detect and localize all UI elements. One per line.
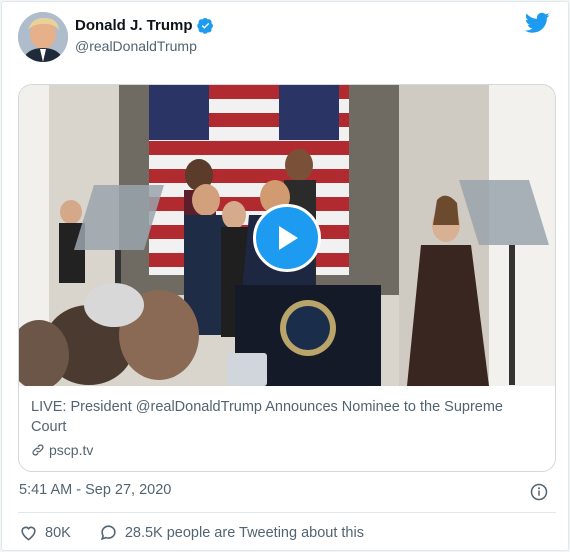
verified-badge-icon <box>196 17 213 34</box>
card-domain: pscp.tv <box>49 442 94 458</box>
video-thumbnail[interactable] <box>19 85 555 386</box>
tweet-actions: 80K 28.5K people are Tweeting about this <box>19 523 392 542</box>
conversation-button[interactable]: 28.5K people are Tweeting about this <box>99 523 364 542</box>
speech-bubble-icon <box>100 525 116 541</box>
card-title[interactable]: LIVE: President @realDonaldTrump Announc… <box>31 397 541 437</box>
twitter-bird-icon[interactable] <box>525 12 550 34</box>
tweet-timestamp[interactable]: 5:41 AM - Sep 27, 2020 <box>19 482 171 498</box>
like-count: 80K <box>45 524 71 541</box>
link-icon <box>32 444 44 456</box>
card-domain-row[interactable]: pscp.tv <box>31 442 93 458</box>
divider <box>18 512 556 513</box>
play-button[interactable] <box>253 204 321 272</box>
like-button[interactable]: 80K <box>19 523 71 542</box>
avatar[interactable] <box>18 12 68 62</box>
heart-icon <box>21 526 36 541</box>
author-handle[interactable]: @realDonaldTrump <box>75 38 197 54</box>
info-icon[interactable] <box>530 483 548 501</box>
author-name[interactable]: Donald J. Trump <box>75 17 193 34</box>
tweet-embed: Donald J. Trump @realDonaldTrump LIVE: P… <box>1 1 569 551</box>
author-name-row[interactable]: Donald J. Trump <box>75 17 214 34</box>
conversation-count: 28.5K people are Tweeting about this <box>124 524 364 541</box>
link-card[interactable]: LIVE: President @realDonaldTrump Announc… <box>18 84 556 472</box>
play-icon <box>279 226 298 250</box>
